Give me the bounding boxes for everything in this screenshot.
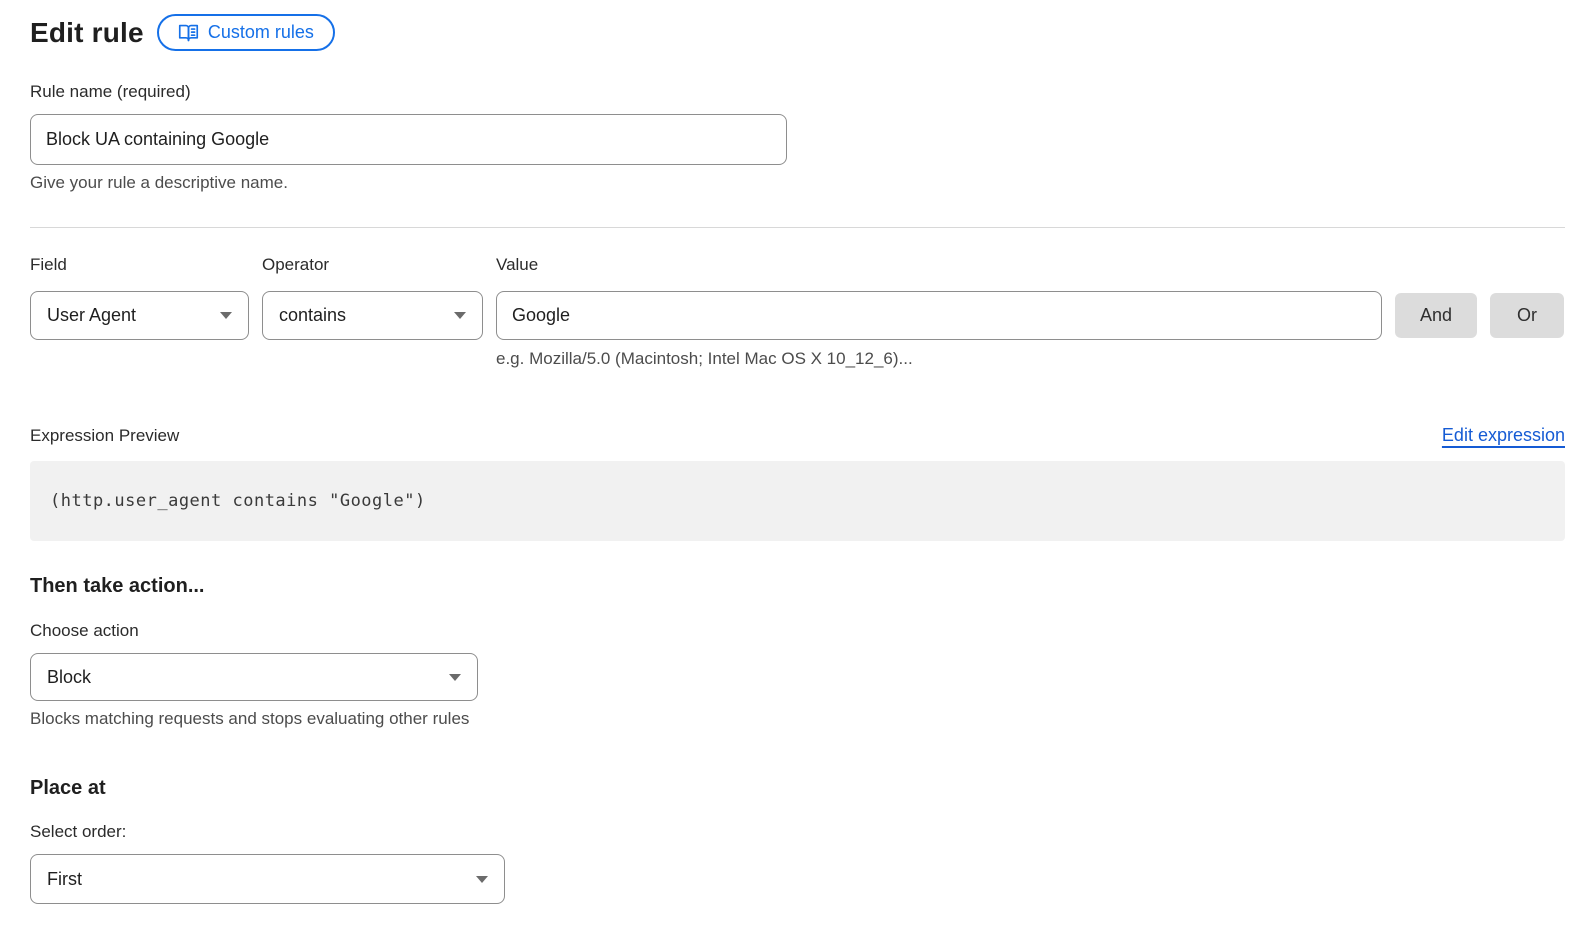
caret-down-icon — [449, 674, 461, 681]
and-label-spacer — [1395, 255, 1477, 276]
section-divider — [30, 227, 1565, 228]
or-column: Or — [1490, 255, 1564, 369]
caret-down-icon — [220, 312, 232, 319]
or-button[interactable]: Or — [1490, 293, 1564, 338]
edit-expression-link[interactable]: Edit expression — [1442, 425, 1565, 446]
and-button[interactable]: And — [1395, 293, 1477, 338]
select-order-label: Select order: — [30, 822, 1565, 842]
value-label: Value — [496, 255, 1382, 276]
book-icon — [178, 23, 199, 43]
or-label-spacer — [1490, 255, 1564, 276]
expression-preview-row: Expression Preview Edit expression — [30, 425, 1565, 446]
caret-down-icon — [454, 312, 466, 319]
action-select[interactable]: Block — [30, 653, 478, 701]
action-section-heading: Then take action... — [30, 575, 1565, 598]
field-select[interactable]: User Agent — [30, 291, 249, 340]
caret-down-icon — [476, 876, 488, 883]
field-select-value: User Agent — [47, 305, 136, 326]
operator-label: Operator — [262, 255, 483, 276]
action-select-value: Block — [47, 667, 91, 688]
place-at-heading: Place at — [30, 777, 1565, 800]
value-help-text: e.g. Mozilla/5.0 (Macintosh; Intel Mac O… — [496, 349, 1382, 369]
field-column: Field User Agent — [30, 255, 249, 369]
and-column: And — [1395, 255, 1477, 369]
choose-action-label: Choose action — [30, 621, 1565, 641]
expression-code: (http.user_agent contains "Google") — [50, 491, 426, 511]
condition-builder: Field User Agent Operator contains Value… — [30, 255, 1565, 369]
value-column: Value e.g. Mozilla/5.0 (Macintosh; Intel… — [496, 255, 1382, 369]
rule-name-input[interactable] — [30, 114, 787, 165]
operator-select[interactable]: contains — [262, 291, 483, 340]
operator-column: Operator contains — [262, 255, 483, 369]
rule-name-label: Rule name (required) — [30, 82, 1565, 102]
rule-name-help-text: Give your rule a descriptive name. — [30, 173, 1565, 193]
order-select[interactable]: First — [30, 854, 505, 904]
expression-code-box: (http.user_agent contains "Google") — [30, 461, 1565, 541]
order-select-value: First — [47, 869, 82, 890]
operator-select-value: contains — [279, 305, 346, 326]
header: Edit rule Custom rules — [30, 14, 1565, 51]
value-input[interactable] — [496, 291, 1382, 340]
rule-name-section: Rule name (required) Give your rule a de… — [30, 82, 1565, 193]
field-label: Field — [30, 255, 249, 276]
expression-preview-label: Expression Preview — [30, 426, 179, 446]
edit-rule-form: Edit rule Custom rules Rule name (requir… — [0, 0, 1587, 904]
custom-rules-badge-label: Custom rules — [208, 22, 314, 43]
page-title: Edit rule — [30, 17, 144, 49]
custom-rules-badge-button[interactable]: Custom rules — [157, 14, 335, 51]
action-help-text: Blocks matching requests and stops evalu… — [30, 709, 1565, 729]
